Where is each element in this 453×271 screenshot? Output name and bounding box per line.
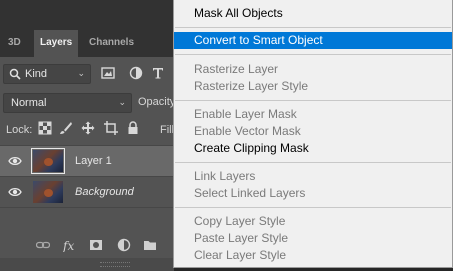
menu-item-copy-layer-style[interactable]: Copy Layer Style [174,213,452,230]
opacity-label: Opacity [138,96,176,108]
fx-icon[interactable]: fx [63,238,77,252]
link-layers-icon[interactable] [36,238,50,252]
eye-icon[interactable] [8,155,22,167]
layer-thumbnail[interactable] [33,181,63,203]
image-filter-icon[interactable] [101,66,115,80]
group-folder-icon[interactable] [143,238,157,252]
type-filter-icon[interactable] [151,66,165,80]
lock-position-icon[interactable] [81,121,95,135]
grip-handle[interactable] [100,262,130,267]
lock-label: Lock: [6,124,33,136]
svg-text:fx: fx [63,239,74,252]
menu-item-select-linked-layers[interactable]: Select Linked Layers [174,185,452,202]
lock-all-icon[interactable] [126,121,140,135]
layer-context-menu: Mask All Objects Convert to Smart Object… [173,0,453,268]
tab-channels[interactable]: Channels [89,30,134,57]
menu-separator [175,54,451,55]
lock-transparent-pixels-icon[interactable] [38,121,52,135]
menu-separator [175,100,451,101]
tab-layers[interactable]: Layers [34,30,79,57]
fill-label: Fill [160,124,175,136]
adjustment-filter-icon[interactable] [129,66,143,80]
menu-item-rasterize-layer-style[interactable]: Rasterize Layer Style [174,78,452,95]
menu-item-enable-vector-mask[interactable]: Enable Vector Mask [174,123,452,140]
divider [0,207,174,208]
layers-panel: 3D Layers Channels Kind ⌄ Normal ⌄ Opaci… [0,0,176,271]
menu-item-paste-layer-style[interactable]: Paste Layer Style [174,230,452,247]
blend-mode-select[interactable]: Normal ⌄ [3,93,132,113]
menu-item-convert-to-smart-object[interactable]: Convert to Smart Object [174,32,452,49]
menu-item-clear-layer-style[interactable]: Clear Layer Style [174,247,452,264]
menu-item-rasterize-layer[interactable]: Rasterize Layer [174,61,452,78]
menu-separator [175,27,451,28]
tab-3d[interactable]: 3D [8,30,21,57]
panel-resize-grip[interactable] [0,258,174,271]
menu-separator [175,162,451,163]
menu-item-mask-all-objects[interactable]: Mask All Objects [174,5,452,22]
chevron-down-icon: ⌄ [77,68,85,78]
menu-item-create-clipping-mask[interactable]: Create Clipping Mask [174,140,452,157]
chevron-down-icon: ⌄ [118,97,126,107]
menu-separator [175,207,451,208]
search-icon [9,68,21,80]
eye-icon[interactable] [8,186,22,198]
layer-name[interactable]: Background [75,186,134,198]
filter-kind-label: Kind [25,68,48,80]
lock-image-pixels-icon[interactable] [59,121,73,135]
filter-kind-select[interactable]: Kind ⌄ [3,64,91,84]
panel-footer: fx [0,233,174,258]
adjustment-layer-icon[interactable] [117,238,131,252]
lock-artboard-icon[interactable] [104,121,118,135]
layer-row-layer-1[interactable]: Layer 1 [0,146,174,176]
layer-thumbnail[interactable] [31,148,65,174]
blend-mode-value: Normal [11,97,47,109]
layer-row-background[interactable]: Background [0,177,174,207]
layer-name[interactable]: Layer 1 [75,155,112,167]
panel-tab-bar: 3D Layers Channels [0,0,174,57]
menu-item-enable-layer-mask[interactable]: Enable Layer Mask [174,106,452,123]
add-mask-icon[interactable] [89,238,103,252]
menu-item-link-layers[interactable]: Link Layers [174,168,452,185]
